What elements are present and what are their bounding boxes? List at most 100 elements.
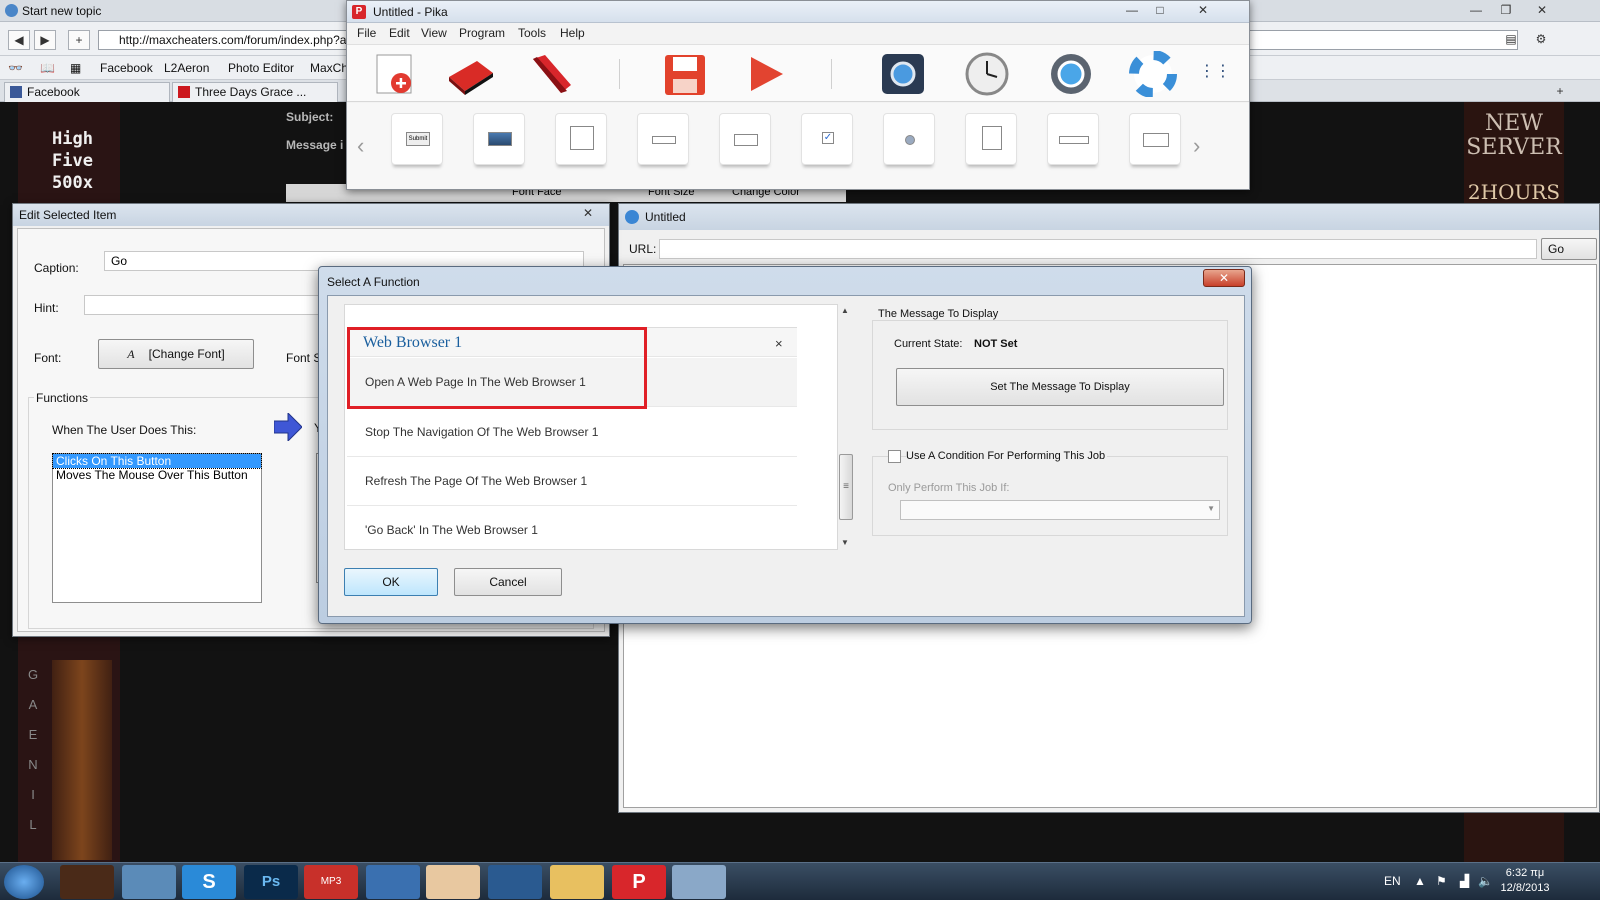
- youtube-icon: [178, 86, 190, 98]
- pika-title: Untitled - Pika: [373, 5, 448, 19]
- tab-add-icon[interactable]: +: [1550, 81, 1570, 101]
- gear-icon[interactable]: [1047, 51, 1095, 97]
- menu-file[interactable]: File: [357, 26, 376, 40]
- event-item-clicks[interactable]: Clicks On This Button: [52, 453, 262, 469]
- select-function-close-button[interactable]: ✕: [1203, 269, 1245, 287]
- settings-gear-icon[interactable]: ⚙: [1530, 30, 1552, 50]
- preview-go-button[interactable]: Go: [1541, 238, 1597, 260]
- letter: N: [28, 757, 38, 772]
- group-close-icon[interactable]: ×: [775, 336, 783, 351]
- pika-titlebar: P Untitled - Pika — □ ✕: [347, 1, 1249, 23]
- taskbar-explorer-folder-icon[interactable]: [550, 865, 604, 899]
- browser-globe-icon: [625, 210, 639, 224]
- highlight-annotation-box: [347, 327, 647, 409]
- save-disk-icon[interactable]: [661, 51, 709, 97]
- taskbar-pika-icon[interactable]: P: [612, 865, 666, 899]
- back-button[interactable]: ◀: [8, 30, 30, 50]
- browser-close-button[interactable]: ✕: [1522, 0, 1562, 20]
- taskbar-browser-icon[interactable]: [488, 865, 542, 899]
- toolbar-separator: [619, 59, 620, 89]
- menu-help[interactable]: Help: [560, 26, 585, 40]
- tab-facebook[interactable]: Facebook: [4, 82, 170, 102]
- palette-spinner[interactable]: [1129, 113, 1181, 165]
- taskbar-game-avatar-icon[interactable]: [426, 865, 480, 899]
- forward-button[interactable]: ▶: [34, 30, 56, 50]
- bookmark-photo-editor[interactable]: Photo Editor: [228, 61, 294, 75]
- palette-checkbox[interactable]: ✓: [801, 113, 853, 165]
- change-font-label: [Change Font]: [148, 347, 225, 361]
- tab-youtube[interactable]: Three Days Grace ...: [172, 82, 338, 102]
- browser-maximize-button[interactable]: ❐: [1492, 0, 1520, 20]
- edit-item-close-button[interactable]: ✕: [573, 205, 603, 221]
- taskbar-mp3-icon[interactable]: MP3: [304, 865, 358, 899]
- palette-image[interactable]: [473, 113, 525, 165]
- scroll-thumb[interactable]: ≡: [839, 454, 853, 520]
- palette-checklist[interactable]: [965, 113, 1017, 165]
- pika-close-button[interactable]: ✕: [1183, 1, 1223, 19]
- palette-prev-arrow[interactable]: ‹: [357, 133, 364, 159]
- event-item-mouse-over[interactable]: Moves The Mouse Over This Button: [53, 468, 261, 482]
- taskbar-paint-icon[interactable]: [672, 865, 726, 899]
- scroll-up-icon[interactable]: ▲: [841, 306, 849, 315]
- arrow-right-icon: [274, 413, 302, 441]
- bookmark-l2aeron[interactable]: L2Aeron: [164, 61, 209, 75]
- palette-label-box[interactable]: [719, 113, 771, 165]
- palette-radio[interactable]: [883, 113, 935, 165]
- settings-panel-icon[interactable]: [879, 51, 927, 97]
- condition-checkbox[interactable]: [888, 450, 901, 463]
- pika-minimize-button[interactable]: —: [1119, 1, 1145, 19]
- function-item-go-back[interactable]: 'Go Back' In The Web Browser 1: [347, 506, 797, 549]
- control-palette: ‹ Submit ✓ ›: [347, 103, 1249, 189]
- left-banner-text: High Five 500x: [30, 128, 115, 194]
- book-icon[interactable]: 📖: [40, 61, 55, 75]
- function-item-stop[interactable]: Stop The Navigation Of The Web Browser 1: [347, 408, 797, 457]
- menu-edit[interactable]: Edit: [389, 26, 410, 40]
- flag-icon[interactable]: ⚑: [1436, 874, 1447, 888]
- new-page-icon[interactable]: [371, 51, 419, 97]
- scroll-down-icon[interactable]: ▼: [841, 538, 849, 547]
- palette-textbox[interactable]: [637, 113, 689, 165]
- apps-grid-icon[interactable]: ▦: [70, 61, 81, 75]
- palette-submit-button[interactable]: Submit: [391, 113, 443, 165]
- pika-maximize-button[interactable]: □: [1147, 1, 1173, 19]
- bookmark-facebook[interactable]: Facebook: [100, 61, 153, 75]
- set-message-button[interactable]: Set The Message To Display: [896, 368, 1224, 406]
- grip-icon[interactable]: ⋮⋮: [1199, 61, 1231, 81]
- events-listbox[interactable]: Clicks On This Button Moves The Mouse Ov…: [52, 453, 262, 603]
- network-signal-icon[interactable]: ▟: [1460, 874, 1469, 888]
- menu-view[interactable]: View: [421, 26, 447, 40]
- palette-next-arrow[interactable]: ›: [1193, 133, 1200, 159]
- page-menu-icon[interactable]: ▤: [1500, 30, 1522, 50]
- palette-dropdown[interactable]: [1047, 113, 1099, 165]
- start-button[interactable]: [4, 865, 44, 899]
- new-tab-button[interactable]: +: [68, 30, 90, 50]
- cancel-button[interactable]: Cancel: [454, 568, 562, 596]
- clock-icon[interactable]: [963, 51, 1011, 97]
- lifebuoy-icon[interactable]: [1129, 51, 1177, 97]
- taskbar-skype-icon[interactable]: S: [182, 865, 236, 899]
- taskbar-safari-icon[interactable]: [366, 865, 420, 899]
- taskbar-photoshop-icon[interactable]: Ps: [244, 865, 298, 899]
- change-font-button[interactable]: A [Change Font]: [98, 339, 254, 369]
- function-item-refresh[interactable]: Refresh The Page Of The Web Browser 1: [347, 457, 797, 506]
- menu-tools[interactable]: Tools: [518, 26, 546, 40]
- language-indicator[interactable]: EN: [1384, 874, 1401, 888]
- open-folder-icon[interactable]: [447, 51, 495, 97]
- play-icon[interactable]: [741, 51, 789, 97]
- subject-label: Subject:: [286, 110, 334, 124]
- tray-expand-icon[interactable]: ▲: [1414, 874, 1426, 888]
- palette-pen[interactable]: [555, 113, 607, 165]
- condition-dropdown[interactable]: ▼: [900, 500, 1220, 520]
- function-list-scrollbar[interactable]: ▲ ≡ ▼: [838, 304, 854, 550]
- preview-url-input[interactable]: [659, 239, 1537, 259]
- stapler-icon[interactable]: [527, 51, 575, 97]
- browser-minimize-button[interactable]: —: [1462, 0, 1490, 20]
- taskbar-lineage-icon[interactable]: [60, 865, 114, 899]
- menu-program[interactable]: Program: [459, 26, 505, 40]
- box-icon: [734, 134, 758, 146]
- condition-panel: [872, 456, 1228, 536]
- system-clock[interactable]: 6:32 πμ 12/8/2013: [1490, 866, 1560, 896]
- taskbar-notepad-icon[interactable]: [122, 865, 176, 899]
- ok-button[interactable]: OK: [344, 568, 438, 596]
- reader-glasses-icon[interactable]: 👓: [8, 61, 23, 75]
